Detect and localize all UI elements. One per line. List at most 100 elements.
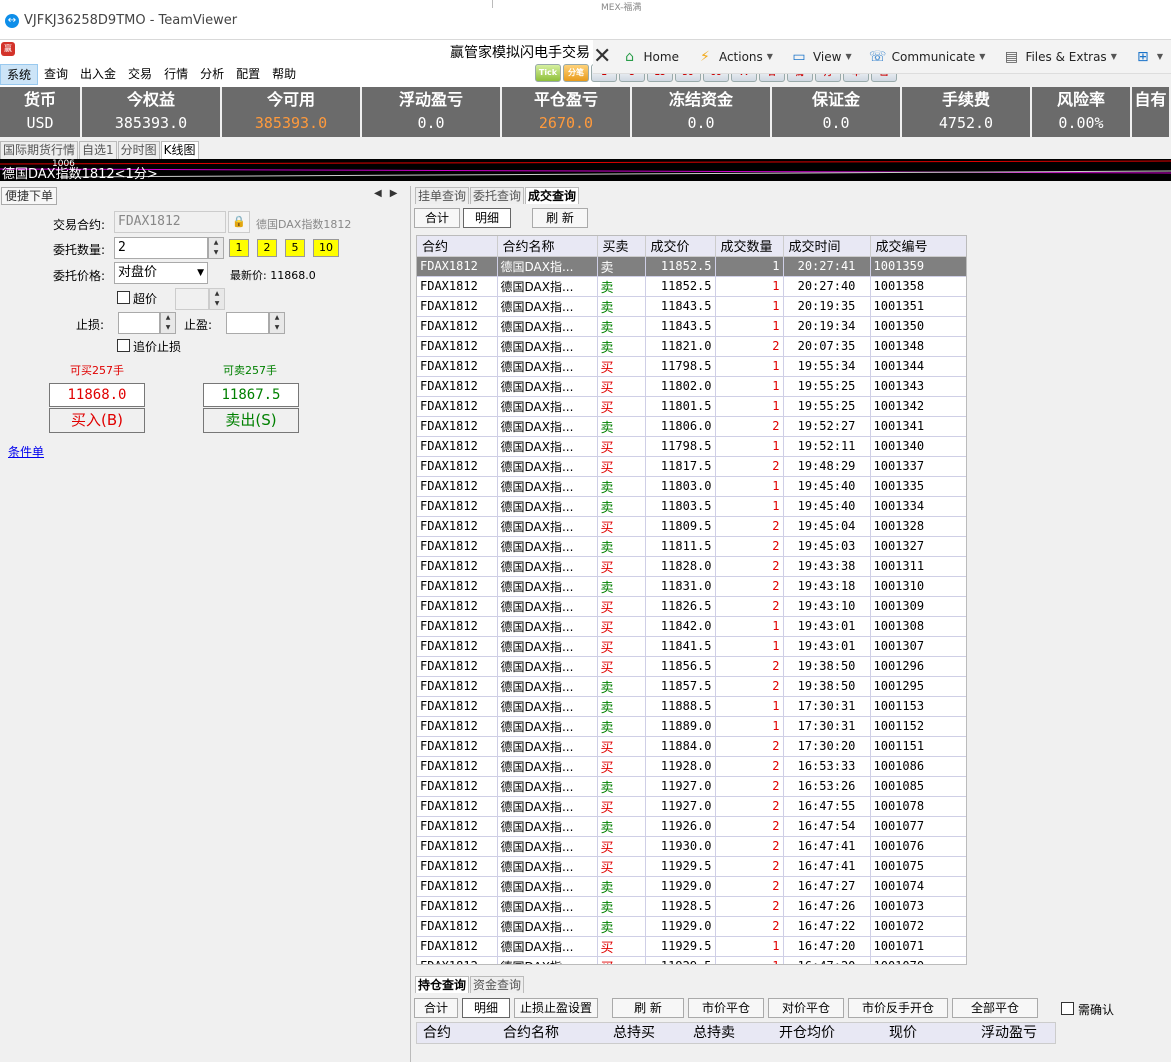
menu-item-1[interactable]: 查询 [38, 64, 74, 85]
menu-item-3[interactable]: 交易 [122, 64, 158, 85]
tv-home-button[interactable]: ⌂ Home [612, 47, 687, 67]
table-row[interactable]: FDAX1812 德国DAX指... 卖 11843.5 1 20:19:34 100135… [417, 316, 966, 337]
confirm-checkbox[interactable] [1061, 1002, 1074, 1015]
position-button-6[interactable]: 市价反手开仓 [848, 998, 948, 1018]
refresh-button[interactable]: 刷 新 [532, 208, 588, 228]
table-row[interactable]: FDAX1812德国DAX指...买11929.5116:47:20100107… [417, 956, 966, 964]
stoploss-stepper[interactable]: ▲ ▼ [160, 312, 176, 334]
price-type-select[interactable]: 对盘价 ▼ [114, 262, 208, 284]
table-row[interactable]: FDAX1812 德国DAX指... 卖 11811.5 2 19:45:03 100132… [417, 536, 966, 557]
table-row[interactable]: FDAX1812 德国DAX指... 买 11856.5 2 19:38:50 100129… [417, 656, 966, 677]
table-row[interactable]: FDAX1812 德国DAX指... 买 11809.5 2 19:45:04 100132… [417, 516, 966, 537]
column-header[interactable]: 买卖 [597, 236, 646, 257]
menu-item-5[interactable]: 分析 [194, 64, 230, 85]
tab-position-0[interactable]: 持仓查询 [415, 976, 470, 993]
table-row[interactable]: FDAX1812 德国DAX指... 买 11841.5 1 19:43:01 100130… [417, 636, 966, 657]
menu-item-6[interactable]: 配置 [230, 64, 266, 85]
quick-qty-button[interactable]: 1 [229, 239, 249, 257]
table-row[interactable]: FDAX1812 德国DAX指... 卖 11857.5 2 19:38:50 100129… [417, 676, 966, 697]
overprice-stepper[interactable]: ▲ ▼ [209, 288, 225, 310]
column-header[interactable]: 总持卖 [687, 1023, 773, 1043]
tab-view-0[interactable]: 国际期货行情 [0, 141, 79, 159]
quick-qty-button[interactable]: 2 [257, 239, 277, 257]
table-row[interactable]: FDAX1812 德国DAX指... 卖 11803.5 1 19:45:40 100133… [417, 496, 966, 517]
tab-detail[interactable]: 明细 [463, 208, 511, 228]
column-header[interactable]: 成交价 [645, 236, 716, 257]
tab-position-1[interactable]: 资金查询 [470, 976, 525, 993]
table-row[interactable]: FDAX1812德国DAX指...买11929.5116:47:20100107… [417, 936, 966, 957]
menu-item-4[interactable]: 行情 [158, 64, 194, 85]
table-row[interactable]: FDAX1812 德国DAX指... 买 11798.5 1 19:55:34 100134… [417, 356, 966, 377]
tab-view-2[interactable]: 分时图 [117, 141, 160, 159]
overprice-checkbox[interactable] [117, 291, 130, 304]
buy-button[interactable]: 买入(B) [49, 408, 145, 433]
column-header[interactable]: 合约 [417, 1023, 497, 1043]
conditional-order-link[interactable]: 条件单 [8, 443, 44, 460]
position-button-1[interactable]: 明细 [462, 998, 510, 1018]
table-row[interactable]: FDAX1812 德国DAX指... 卖 11888.5 1 17:30:31 100115… [417, 696, 966, 717]
table-row[interactable]: FDAX1812 德国DAX指... 卖 11831.0 2 19:43:18 100131… [417, 576, 966, 597]
tab-query-2[interactable]: 成交查询 [525, 187, 580, 204]
column-header[interactable]: 成交编号 [870, 236, 966, 257]
position-button-2[interactable]: 止损止盈设置 [514, 998, 598, 1018]
column-header[interactable]: 现价 [883, 1023, 975, 1043]
table-row[interactable]: FDAX1812 德国DAX指... 卖 11806.0 2 19:52:27 100134… [417, 416, 966, 437]
table-row[interactable]: FDAX1812 德国DAX指... 卖 11889.0 1 17:30:31 100115… [417, 716, 966, 737]
position-button-5[interactable]: 对价平仓 [768, 998, 844, 1018]
column-header[interactable]: 总持买 [607, 1023, 687, 1043]
tv-view-button[interactable]: ▭ View ▼ [781, 47, 860, 67]
column-header[interactable]: 成交时间 [783, 236, 871, 257]
table-row[interactable]: FDAX1812 德国DAX指... 买 11884.0 2 17:30:20 100115… [417, 736, 966, 757]
quick-qty-button[interactable]: 5 [285, 239, 305, 257]
position-button-7[interactable]: 全部平仓 [952, 998, 1038, 1018]
quick-qty-button[interactable]: 10 [313, 239, 339, 257]
table-row[interactable]: FDAX1812 德国DAX指... 卖 11803.0 1 19:45:40 100133… [417, 476, 966, 497]
table-row[interactable]: FDAX1812 德国DAX指... 卖 11852.5 1 20:27:40 100135… [417, 276, 966, 297]
table-row[interactable]: FDAX1812 德国DAX指... 买 11842.0 1 19:43:01 100130… [417, 616, 966, 637]
position-button-4[interactable]: 市价平仓 [688, 998, 764, 1018]
tab-query-1[interactable]: 委托查询 [470, 187, 525, 204]
column-header[interactable]: 成交数量 [715, 236, 784, 257]
sell-price-box[interactable]: 11867.5 [203, 383, 299, 407]
qty-input[interactable]: 2 [114, 237, 208, 259]
windows-menu-button[interactable]: ⊞ ▼ [1125, 47, 1171, 67]
menu-item-0[interactable]: 系统 [0, 64, 39, 85]
table-row[interactable]: FDAX1812 德国DAX指... 卖 11852.5 1 20:27:41 100135… [417, 256, 966, 277]
takeprofit-input[interactable] [226, 312, 269, 334]
tab-view-1[interactable]: 自选1 [79, 141, 117, 159]
qty-stepper[interactable]: ▲ ▼ [208, 237, 224, 259]
table-row[interactable]: FDAX1812 德国DAX指... 卖 11929.0 2 16:47:22 100107… [417, 916, 966, 937]
tab-view-3[interactable]: K线图 [160, 141, 199, 159]
column-header[interactable]: 合约 [417, 236, 498, 257]
menu-item-2[interactable]: 出入金 [74, 64, 122, 85]
tv-files-extras-button[interactable]: ▤ Files & Extras ▼ [993, 47, 1124, 67]
table-row[interactable]: FDAX1812 德国DAX指... 买 11817.5 2 19:48:29 100133… [417, 456, 966, 477]
table-row[interactable]: FDAX1812 德国DAX指... 买 11930.0 2 16:47:41 100107… [417, 836, 966, 857]
table-row[interactable]: FDAX1812 德国DAX指... 卖 11927.0 2 16:53:26 100108… [417, 776, 966, 797]
table-row[interactable]: FDAX1812 德国DAX指... 买 11927.0 2 16:47:55 100107… [417, 796, 966, 817]
buy-price-box[interactable]: 11868.0 [49, 383, 145, 407]
tab-quick-order[interactable]: 便捷下单 [1, 187, 58, 205]
table-row[interactable]: FDAX1812 德国DAX指... 买 11801.5 1 19:55:25 100134… [417, 396, 966, 417]
takeprofit-stepper[interactable]: ▲ ▼ [269, 312, 285, 334]
column-header[interactable]: 合约名称 [497, 1023, 607, 1043]
position-button-0[interactable]: 合计 [414, 998, 458, 1018]
position-button-3[interactable]: 刷 新 [612, 998, 684, 1018]
table-row[interactable]: FDAX1812 德国DAX指... 卖 11926.0 2 16:47:54 100107… [417, 816, 966, 837]
table-row[interactable]: FDAX1812 德国DAX指... 卖 11821.0 2 20:07:35 100134… [417, 336, 966, 357]
table-row[interactable]: FDAX1812 德国DAX指... 买 11802.0 1 19:55:25 100134… [417, 376, 966, 397]
table-row[interactable]: FDAX1812 德国DAX指... 卖 11929.0 2 16:47:27 100107… [417, 876, 966, 897]
column-header[interactable]: 浮动盈亏 [975, 1023, 1055, 1043]
column-header[interactable]: 合约名称 [497, 236, 598, 257]
table-row[interactable]: FDAX1812 德国DAX指... 买 11826.5 2 19:43:10 100130… [417, 596, 966, 617]
column-header[interactable]: 开仓均价 [773, 1023, 883, 1043]
sell-button[interactable]: 卖出(S) [203, 408, 299, 433]
contract-code-field[interactable]: FDAX1812 [114, 211, 226, 233]
lock-icon[interactable]: 🔒 [228, 211, 250, 233]
chart-period-button[interactable]: 分笔 [563, 64, 589, 82]
tab-query-0[interactable]: 挂单查询 [415, 187, 470, 204]
kline-chart-strip[interactable]: 德国DAX指数1812<1分> 1006 [0, 159, 1171, 181]
overprice-input[interactable] [175, 288, 209, 310]
trailing-stop-checkbox[interactable] [117, 339, 130, 352]
close-session-icon[interactable]: ✕ [593, 44, 612, 69]
